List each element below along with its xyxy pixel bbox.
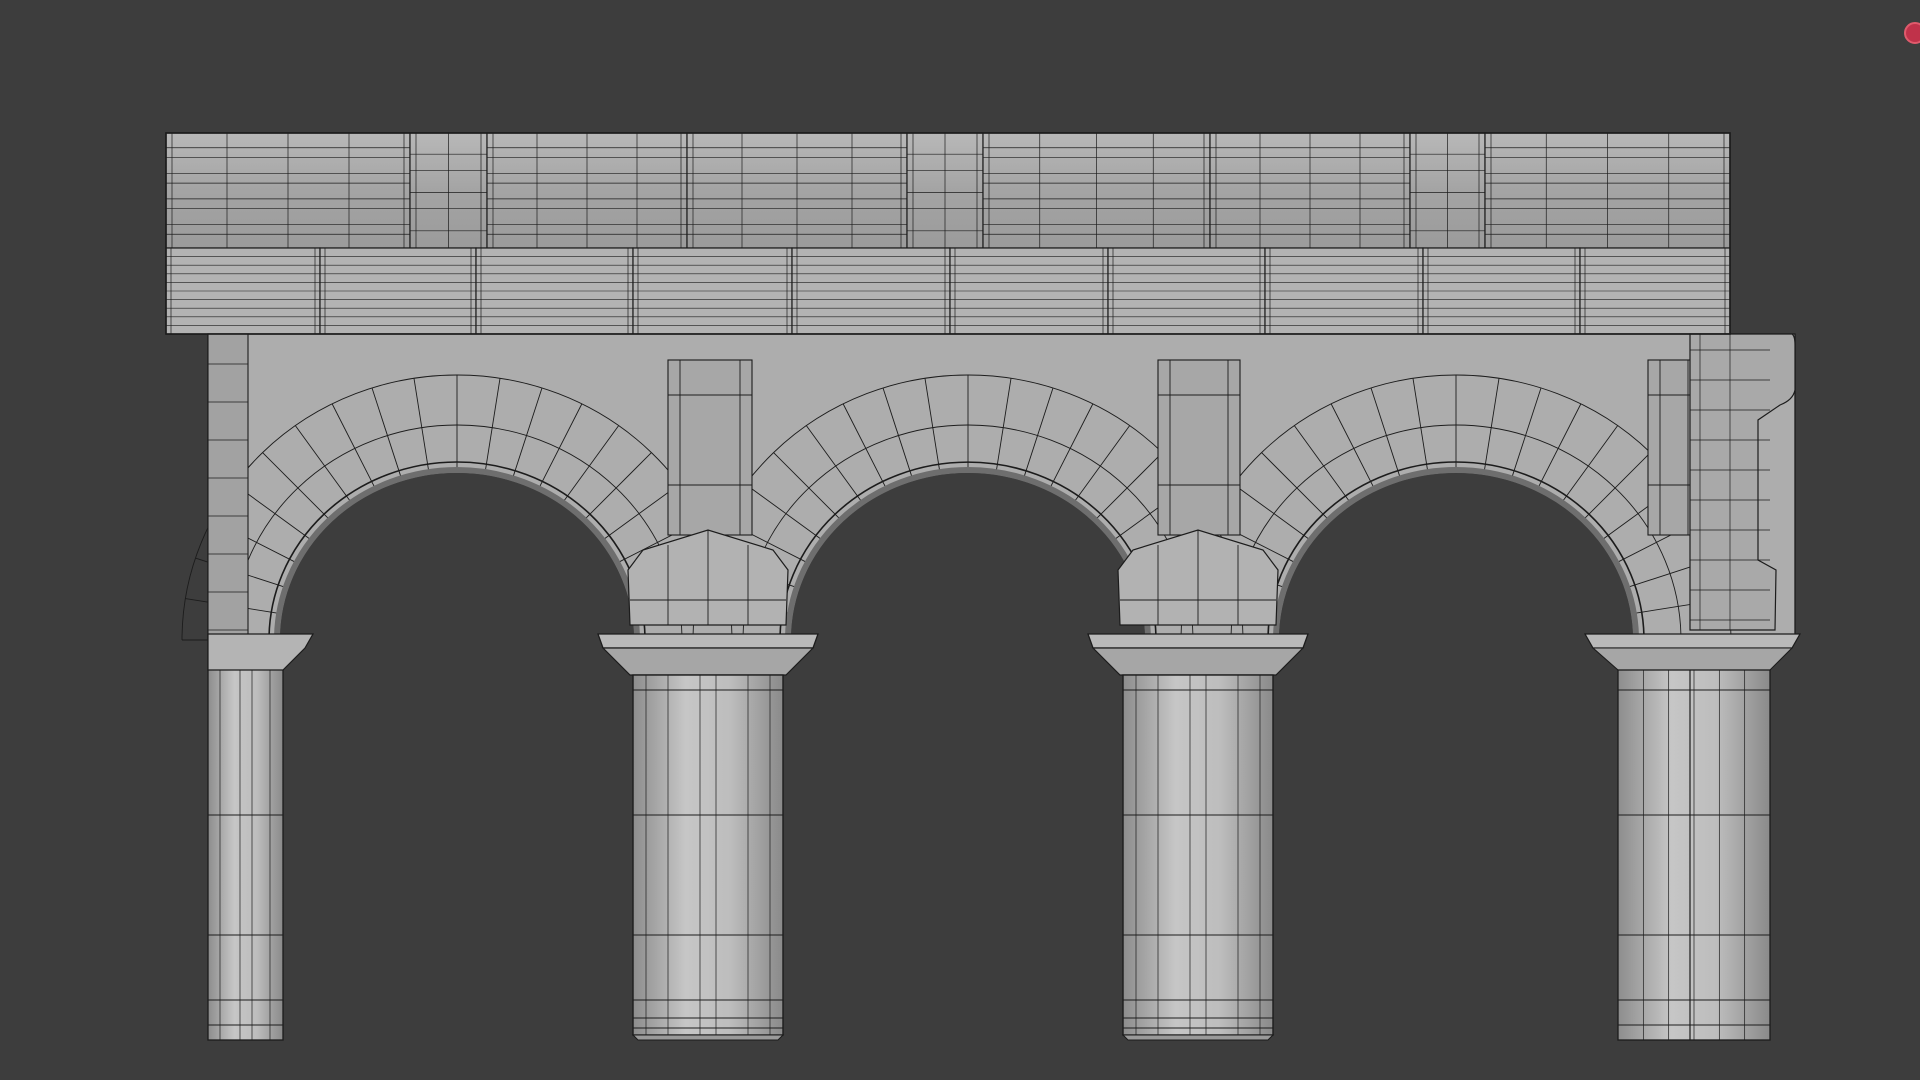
arch-opening bbox=[791, 473, 1145, 1040]
column-1-abacus bbox=[597, 633, 819, 649]
arch-opening bbox=[280, 473, 634, 1040]
wall-pilaster bbox=[667, 359, 753, 536]
left-wall-edge bbox=[207, 333, 249, 641]
arcade-mesh[interactable] bbox=[0, 0, 1920, 1080]
column-2-abacus bbox=[1087, 633, 1309, 649]
arch-opening bbox=[1279, 473, 1633, 1040]
3d-viewport[interactable] bbox=[0, 0, 1920, 1080]
column-1-echinus bbox=[601, 647, 815, 676]
column-2-shaft bbox=[1122, 674, 1274, 1036]
record-dot-icon bbox=[1904, 22, 1920, 44]
left-pier-shaft bbox=[207, 639, 284, 1041]
right-pier-echinus bbox=[1591, 647, 1794, 671]
right-pier-abacus bbox=[1583, 633, 1802, 649]
column-2-base bbox=[1121, 1034, 1275, 1041]
column-1-base bbox=[631, 1034, 785, 1041]
column-2-echinus bbox=[1091, 647, 1305, 676]
column-1-shaft bbox=[632, 674, 784, 1036]
